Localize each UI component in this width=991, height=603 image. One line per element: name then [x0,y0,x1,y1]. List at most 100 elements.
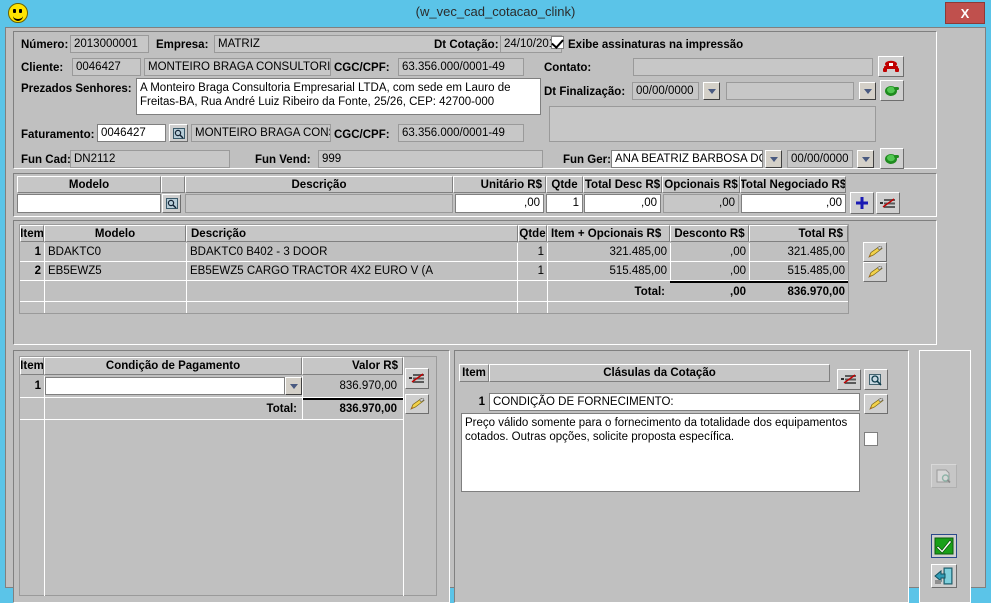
grid-hline [20,261,848,262]
pencil-icon [867,266,883,278]
entry-header-total-negociado: Total Negociado R$ [740,176,846,193]
grid-hline [20,301,848,302]
entry-input-modelo[interactable] [17,194,161,213]
clauses-header-title: Clásulas da Cotação [489,364,830,382]
empresa-label: Empresa: [156,39,209,51]
grid-hline [20,419,403,420]
contato-value[interactable] [633,58,873,76]
pencil-icon [867,246,883,258]
items-total-desconto: ,00 [730,286,746,298]
entry-header-unitario: Unitário R$ [453,176,546,193]
edit-item-button-row1[interactable] [863,242,887,262]
items-header-descricao: Descrição [186,225,518,242]
edit-clause-button[interactable] [864,394,888,414]
items-row1-modelo: BDAKTC0 [48,246,102,258]
items-header-desconto: Desconto R$ [670,225,749,242]
edit-item-button-row2[interactable] [863,262,887,282]
fun-ger-confirm-button[interactable] [880,148,904,169]
faturamento-cgc-label: CGC/CPF: [334,129,390,141]
model-lookup-button[interactable] [162,194,181,213]
pencil-icon [868,398,884,410]
numero-label: Número: [21,39,69,51]
payment-total-value: 836.970,00 [339,403,397,415]
entry-input-unitario[interactable]: ,00 [455,194,544,213]
entry-header-qtde: Qtde [546,176,583,193]
telephone-icon [883,60,899,72]
fun-vend-label: Fun Vend: [255,154,311,166]
contato-phone-button[interactable] [878,56,904,77]
grid-hline [20,280,848,281]
edit-payment-button[interactable] [405,394,429,414]
clauses-row1-title[interactable]: CONDIÇÃO DE FORNECIMENTO: [489,393,860,411]
items-row2-descricao: EB5EWZ5 CARGO TRACTOR 4X2 EURO V (A [190,265,434,277]
cliente-code: 0046427 [72,58,141,76]
numero-value: 2013000001 [70,35,149,53]
cliente-cgc-value: 63.356.000/0001-49 [398,58,524,76]
fun-cad-value: DN2112 [70,150,230,168]
fun-ger-dropdown[interactable] [765,150,782,168]
entry-input-opcionais: ,00 [663,194,739,213]
grid-vline [44,243,45,313]
close-button[interactable]: X [945,2,985,24]
plus-icon [856,197,868,209]
entry-header-opcionais: Opcionais R$ [662,176,740,193]
items-row1-desconto: ,00 [730,246,746,258]
grid-hline [20,397,403,398]
items-row1-qtde: 1 [537,246,544,258]
entry-header-modelo: Modelo [17,176,161,193]
add-clause-button[interactable] [837,369,861,390]
dt-finalizacao-motivo-combo[interactable] [726,82,854,100]
grid-vline [547,243,548,313]
grid-vline [186,243,187,313]
entry-input-total-desc[interactable]: ,00 [584,194,661,213]
items-header-total: Total R$ [749,225,848,242]
remove-row-icon [880,197,895,208]
exibe-assinaturas-checkbox[interactable] [551,36,564,49]
clauses-header-item: Item [459,364,489,382]
entry-input-total-negociado[interactable]: ,00 [741,194,846,213]
chevron-down-icon [289,383,298,389]
items-grid[interactable]: Item Modelo Descrição Qtde Item + Opcion… [19,224,849,314]
remove-item-button[interactable] [876,192,900,214]
search-clause-button[interactable] [864,369,888,390]
exit-button[interactable] [931,564,957,588]
faturamento-nome: MONTEIRO BRAGA CONSULTC [191,124,331,142]
items-row1-item: 1 [34,246,41,258]
observacao-field[interactable] [549,106,876,142]
fun-ger-label: Fun Ger: [563,154,611,166]
payment-row1-condicao-combo[interactable] [45,377,285,395]
add-payment-button[interactable] [405,368,429,389]
fun-cad-label: Fun Cad: [21,154,71,166]
payment-grid[interactable]: Item Condição de Pagamento Valor R$ 1 83… [19,356,437,596]
prezados-textarea[interactable]: A Monteiro Braga Consultoria Empresarial… [136,78,541,115]
clauses-body-textarea[interactable]: Preço válido somente para o fornecimento… [461,413,860,492]
faturamento-lookup-button[interactable] [169,124,188,142]
window-title: (w_vec_cad_cotacao_clink) [415,4,576,19]
entry-header-descricao: Descrição [185,176,453,193]
items-header-item-opcionais: Item + Opcionais R$ [547,225,670,242]
entry-header-total-desc: Total Desc R$ [583,176,662,193]
add-item-button[interactable] [850,192,874,214]
items-header-modelo: Modelo [44,225,186,242]
grid-vline [749,243,750,281]
preview-button[interactable] [931,464,957,488]
grid-vline [670,243,671,281]
entry-input-qtde[interactable]: 1 [546,194,583,213]
items-row2-modelo: EB5EWZ5 [48,265,102,277]
fun-ger-combo[interactable]: ANA BEATRIZ BARBOSA DO [611,150,763,168]
dt-finalizacao-motivo-dropdown[interactable] [859,82,876,100]
fun-ger-calendar-button[interactable] [857,150,874,168]
exit-door-icon [934,567,953,585]
prezados-label: Prezados Senhores: [21,83,132,95]
confirm-button[interactable] [931,534,957,558]
dt-finalizacao-confirm-button[interactable] [880,80,904,101]
dt-finalizacao-calendar-button[interactable] [703,82,720,100]
items-row2-total: 515.485,00 [787,265,845,277]
magnifier-doc-icon [869,373,882,386]
clause-print-checkbox[interactable] [864,432,878,446]
chevron-down-icon [707,88,716,94]
items-row2-item-opcionais: 515.485,00 [609,265,667,277]
grid-vline [44,376,45,596]
faturamento-code[interactable]: 0046427 [97,124,166,142]
payment-condicao-dropdown[interactable] [285,377,302,395]
